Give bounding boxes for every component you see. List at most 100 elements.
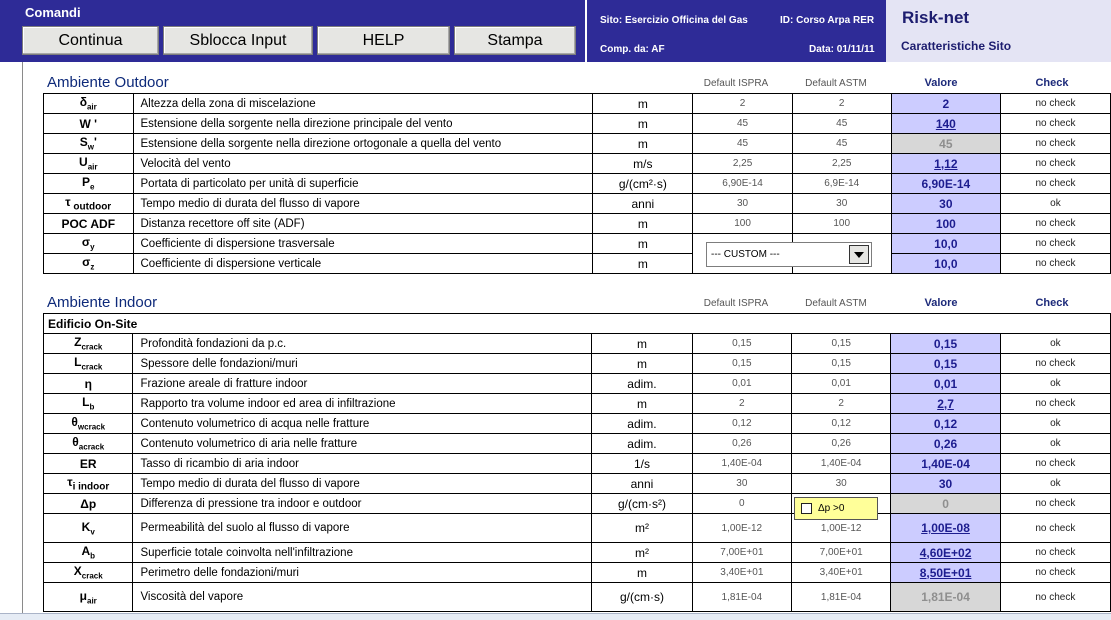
value-cell[interactable]: 0,26 xyxy=(890,433,1001,454)
value-text[interactable]: 0,15 xyxy=(934,357,957,371)
parameter-description: Contenuto volumetrico di acqua nelle fra… xyxy=(132,413,593,434)
table-row: Uair Velocità del vento m/s 2,25 2,25 1,12 no … xyxy=(43,153,1111,174)
value-cell[interactable]: 100 xyxy=(890,213,1001,234)
parameter-symbol: η xyxy=(42,373,134,394)
default-astm-cell: 2 xyxy=(791,93,892,114)
unit-cell: 1/s xyxy=(591,453,693,474)
parameter-description: Superficie totale coinvolta nell'infiltr… xyxy=(132,542,593,563)
value-cell[interactable]: 1,00E-08 xyxy=(890,513,1001,543)
value-cell[interactable]: 0,15 xyxy=(890,333,1001,354)
parameter-symbol: Ab xyxy=(42,542,134,563)
value-cell[interactable]: 4,60E+02 xyxy=(890,542,1001,563)
parameter-symbol: W ' xyxy=(43,113,134,134)
value-text[interactable]: 10,0 xyxy=(934,257,957,271)
value-text[interactable]: 0,26 xyxy=(934,437,957,451)
dispersion-select[interactable]: --- CUSTOM --- xyxy=(706,242,872,267)
col-header-astm: Default ASTM xyxy=(805,78,867,89)
value-text[interactable]: 1,81E-04 xyxy=(921,590,970,604)
value-cell[interactable]: 0,01 xyxy=(890,373,1001,394)
value-cell[interactable]: 2,7 xyxy=(890,393,1001,414)
subheader-row: Edificio On-Site xyxy=(43,313,1111,334)
value-text[interactable]: 2,7 xyxy=(937,397,954,411)
check-cell: no check xyxy=(999,453,1111,474)
check-cell: ok xyxy=(999,373,1111,394)
value-text[interactable]: 8,50E+01 xyxy=(920,566,972,580)
value-text[interactable]: 1,12 xyxy=(934,157,957,171)
building-subheader: Edificio On-Site xyxy=(43,313,1111,334)
value-cell[interactable]: 30 xyxy=(890,473,1001,494)
value-cell[interactable]: 30 xyxy=(890,193,1001,214)
table-row: σy Coefficiente di dispersione trasversal… xyxy=(43,233,1111,254)
parameter-description: Distanza recettore off site (ADF) xyxy=(132,213,594,234)
unit-cell: m² xyxy=(591,513,693,543)
value-text[interactable]: 2 xyxy=(943,97,950,111)
value-cell[interactable]: 1,12 xyxy=(890,153,1001,174)
check-cell: no check xyxy=(999,113,1111,134)
value-text[interactable]: 10,0 xyxy=(934,237,957,251)
value-text[interactable]: 140 xyxy=(936,117,956,131)
value-text[interactable]: 45 xyxy=(939,137,952,151)
default-ispra-cell: 0 xyxy=(691,493,793,514)
default-ispra-cell: 0,01 xyxy=(691,373,793,394)
continua-button[interactable]: Continua xyxy=(22,26,159,55)
unit-cell: m² xyxy=(591,542,693,563)
default-ispra-cell: 0,12 xyxy=(691,413,793,434)
value-cell[interactable]: 0,12 xyxy=(890,413,1001,434)
value-cell[interactable]: 0,15 xyxy=(890,353,1001,374)
col-header-astm-indoor: Default ASTM xyxy=(805,298,867,309)
site-label: Sito: Esercizio Officina del Gas xyxy=(600,15,748,26)
parameter-symbol: POC ADF xyxy=(43,213,134,234)
value-cell[interactable]: 45 xyxy=(890,133,1001,154)
value-text[interactable]: 0,01 xyxy=(934,377,957,391)
default-astm-cell: 0,01 xyxy=(791,373,892,394)
value-cell[interactable]: 2 xyxy=(890,93,1001,114)
value-text[interactable]: 30 xyxy=(939,477,952,491)
parameter-symbol: Δp xyxy=(42,493,134,514)
value-cell[interactable]: 1,81E-04 xyxy=(890,582,1001,612)
table-row: W ' Estensione della sorgente nella direz… xyxy=(43,113,1111,134)
unit-cell: anni xyxy=(592,193,694,214)
value-cell[interactable]: 140 xyxy=(890,113,1001,134)
unit-cell: adim. xyxy=(591,373,693,394)
parameter-symbol: θacrack xyxy=(42,433,134,454)
value-text[interactable]: 1,00E-08 xyxy=(921,521,970,535)
parameter-symbol: τ outdoor xyxy=(43,193,134,214)
unit-cell: m xyxy=(592,93,694,114)
parameter-description: Permeabilità del suolo al flusso di vapo… xyxy=(132,513,593,543)
value-cell[interactable]: 6,90E-14 xyxy=(890,173,1001,194)
stampa-button[interactable]: Stampa xyxy=(454,26,576,55)
table-row: δair Altezza della zona di miscelazione m 2… xyxy=(43,93,1111,114)
parameter-symbol: Pe xyxy=(43,173,134,194)
default-ispra-cell: 1,00E-12 xyxy=(691,513,793,543)
default-ispra-cell: 2 xyxy=(691,393,793,414)
value-cell[interactable]: 10,0 xyxy=(890,253,1001,274)
chevron-down-icon[interactable] xyxy=(849,245,869,264)
checkbox-square-icon[interactable] xyxy=(801,503,812,514)
default-ispra-cell: 7,00E+01 xyxy=(691,542,793,563)
col-header-valore: Valore xyxy=(924,77,958,89)
check-cell: no check xyxy=(999,253,1111,274)
value-cell[interactable]: 1,40E-04 xyxy=(890,453,1001,474)
help-button[interactable]: HELP xyxy=(317,26,450,55)
value-text[interactable]: 0,12 xyxy=(934,417,957,431)
value-text[interactable]: 0,15 xyxy=(934,337,957,351)
value-cell[interactable]: 0 xyxy=(890,493,1001,514)
value-text[interactable]: 100 xyxy=(936,217,956,231)
value-text[interactable]: 4,60E+02 xyxy=(920,546,972,560)
check-cell: no check xyxy=(999,582,1111,612)
value-text[interactable]: 6,90E-14 xyxy=(921,177,970,191)
default-astm-cell: 100 xyxy=(791,213,892,234)
unit-cell: adim. xyxy=(591,433,693,454)
table-row: ER Tasso di ricambio di aria indoor 1/s 1,4… xyxy=(42,453,1111,474)
default-ispra-cell: 1,40E-04 xyxy=(691,453,793,474)
sblocca-input-button[interactable]: Sblocca Input xyxy=(163,26,313,55)
value-text[interactable]: 0 xyxy=(942,497,949,511)
value-text[interactable]: 30 xyxy=(939,197,952,211)
value-cell[interactable]: 8,50E+01 xyxy=(890,562,1001,583)
value-text[interactable]: 1,40E-04 xyxy=(921,457,970,471)
value-cell[interactable]: 10,0 xyxy=(890,233,1001,254)
delta-p-checkbox[interactable]: Δp >0 xyxy=(794,497,878,520)
default-ispra-cell: 0,26 xyxy=(691,433,793,454)
default-astm-cell: 0,15 xyxy=(791,333,892,354)
default-astm-cell: 45 xyxy=(791,133,892,154)
